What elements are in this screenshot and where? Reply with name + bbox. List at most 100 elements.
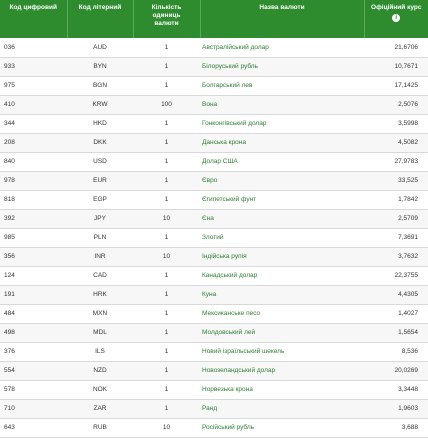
info-icon[interactable]: i xyxy=(392,14,401,22)
cell-official-rate: 4,5082 xyxy=(364,133,428,153)
cell-official-rate: 3,688 xyxy=(364,418,428,438)
cell-currency-name-link[interactable]: Болгарський лев xyxy=(200,76,364,96)
cell-numeric-code: 643 xyxy=(0,418,67,438)
cell-units: 1 xyxy=(133,266,200,286)
cell-units: 1 xyxy=(133,76,200,96)
cell-numeric-code: 392 xyxy=(0,209,67,229)
cell-letter-code: AUD xyxy=(67,38,133,58)
table-row: 410 KRW 100 Вона 2,5076 xyxy=(0,95,428,115)
cell-official-rate: 1,4027 xyxy=(364,304,428,324)
header-letter-code[interactable]: Код літерний xyxy=(67,0,134,38)
cell-currency-name-link[interactable]: Молдовський лей xyxy=(200,323,364,343)
cell-letter-code: EUR xyxy=(67,171,133,191)
cell-currency-name-link[interactable]: Долар США xyxy=(200,152,364,172)
cell-official-rate: 8,536 xyxy=(364,342,428,362)
cell-official-rate: 1,9603 xyxy=(364,399,428,419)
table-row: 191 HRK 1 Куна 4,4305 xyxy=(0,285,428,305)
header-units-line: Кількість xyxy=(151,4,182,11)
cell-units: 1 xyxy=(133,380,200,400)
table-row: 036 AUD 1 Австралійський долар 21,6706 xyxy=(0,38,428,58)
table-row: 344 HKD 1 Гонконгівський долар 3,5998 xyxy=(0,114,428,134)
table-row: 985 PLN 1 Злотий 7,3691 xyxy=(0,228,428,248)
header-units[interactable]: Кількість одиниць валюти xyxy=(133,0,201,38)
header-units-line: одиниць xyxy=(152,12,181,19)
cell-numeric-code: 356 xyxy=(0,247,67,267)
cell-currency-name-link[interactable]: Російський рубль xyxy=(200,418,364,438)
cell-units: 1 xyxy=(133,228,200,248)
cell-units: 10 xyxy=(133,418,200,438)
cell-units: 1 xyxy=(133,38,200,58)
cell-letter-code: MDL xyxy=(67,323,133,343)
table-row: 554 NZD 1 Новозеландський долар 20,0269 xyxy=(0,361,428,381)
cell-currency-name-link[interactable]: Канадський долар xyxy=(200,266,364,286)
cell-letter-code: INR xyxy=(67,247,133,267)
cell-official-rate: 10,7671 xyxy=(364,57,428,77)
table-row: 124 CAD 1 Канадський долар 22,3755 xyxy=(0,266,428,286)
cell-official-rate: 4,4305 xyxy=(364,285,428,305)
cell-letter-code: EGP xyxy=(67,190,133,210)
cell-units: 1 xyxy=(133,114,200,134)
cell-numeric-code: 975 xyxy=(0,76,67,96)
cell-letter-code: DKK xyxy=(67,133,133,153)
cell-numeric-code: 818 xyxy=(0,190,67,210)
cell-official-rate: 7,3691 xyxy=(364,228,428,248)
cell-units: 100 xyxy=(133,95,200,115)
header-numeric-code[interactable]: Код цифровий xyxy=(0,0,68,38)
cell-numeric-code: 840 xyxy=(0,152,67,172)
cell-currency-name-link[interactable]: Білоруський рубль xyxy=(200,57,364,77)
cell-currency-name-link[interactable]: Євро xyxy=(200,171,364,191)
cell-numeric-code: 985 xyxy=(0,228,67,248)
cell-official-rate: 33,525 xyxy=(364,171,428,191)
cell-currency-name-link[interactable]: Новий ізраїльський шекель xyxy=(200,342,364,362)
cell-letter-code: JPY xyxy=(67,209,133,229)
cell-currency-name-link[interactable]: Норвезька крона xyxy=(200,380,364,400)
header-currency-name[interactable]: Назва валюти xyxy=(200,0,365,38)
cell-numeric-code: 484 xyxy=(0,304,67,324)
cell-official-rate: 2,5709 xyxy=(364,209,428,229)
cell-letter-code: BYN xyxy=(67,57,133,77)
cell-units: 10 xyxy=(133,209,200,229)
cell-currency-name-link[interactable]: Гонконгівський долар xyxy=(200,114,364,134)
cell-currency-name-link[interactable]: Вона xyxy=(200,95,364,115)
cell-numeric-code: 208 xyxy=(0,133,67,153)
cell-numeric-code: 376 xyxy=(0,342,67,362)
cell-units: 1 xyxy=(133,171,200,191)
cell-official-rate: 2,5076 xyxy=(364,95,428,115)
cell-currency-name-link[interactable]: Австралійський долар xyxy=(200,38,364,58)
table-row: 578 NOK 1 Норвезька крона 3,3448 xyxy=(0,380,428,400)
cell-units: 1 xyxy=(133,323,200,343)
table-row: 208 DKK 1 Данська крона 4,5082 xyxy=(0,133,428,153)
cell-units: 1 xyxy=(133,304,200,324)
table-row: 975 BGN 1 Болгарський лев 17,1425 xyxy=(0,76,428,96)
cell-units: 1 xyxy=(133,399,200,419)
cell-currency-name-link[interactable]: Новозеландський долар xyxy=(200,361,364,381)
table-row: 498 MDL 1 Молдовський лей 1,5654 xyxy=(0,323,428,343)
cell-currency-name-link[interactable]: Куна xyxy=(200,285,364,305)
cell-numeric-code: 124 xyxy=(0,266,67,286)
cell-numeric-code: 554 xyxy=(0,361,67,381)
cell-currency-name-link[interactable]: Ранд xyxy=(200,399,364,419)
cell-letter-code: HKD xyxy=(67,114,133,134)
cell-official-rate: 3,7632 xyxy=(364,247,428,267)
cell-letter-code: PLN xyxy=(67,228,133,248)
cell-letter-code: HRK xyxy=(67,285,133,305)
cell-letter-code: ZAR xyxy=(67,399,133,419)
cell-official-rate: 1,7842 xyxy=(364,190,428,210)
cell-currency-name-link[interactable]: Індійська рупія xyxy=(200,247,364,267)
header-official-rate[interactable]: Офіційний курс i xyxy=(364,0,428,38)
cell-currency-name-link[interactable]: Мексиканське песо xyxy=(200,304,364,324)
cell-official-rate: 27,9783 xyxy=(364,152,428,172)
cell-currency-name-link[interactable]: Данська крона xyxy=(200,133,364,153)
header-units-line: валюти xyxy=(154,20,179,27)
cell-currency-name-link[interactable]: Єна xyxy=(200,209,364,229)
table-row: 376 ILS 1 Новий ізраїльський шекель 8,536 xyxy=(0,342,428,362)
cell-currency-name-link[interactable]: Злотий xyxy=(200,228,364,248)
cell-currency-name-link[interactable]: Єгипетський фунт xyxy=(200,190,364,210)
cell-numeric-code: 344 xyxy=(0,114,67,134)
cell-units: 1 xyxy=(133,342,200,362)
table-header: Код цифровий Код літерний Кількість один… xyxy=(0,0,428,38)
table-row: 978 EUR 1 Євро 33,525 xyxy=(0,171,428,191)
table-body: 036 AUD 1 Австралійський долар 21,6706 933 BYN… xyxy=(0,38,428,438)
cell-units: 1 xyxy=(133,57,200,77)
table-row: 392 JPY 10 Єна 2,5709 xyxy=(0,209,428,229)
